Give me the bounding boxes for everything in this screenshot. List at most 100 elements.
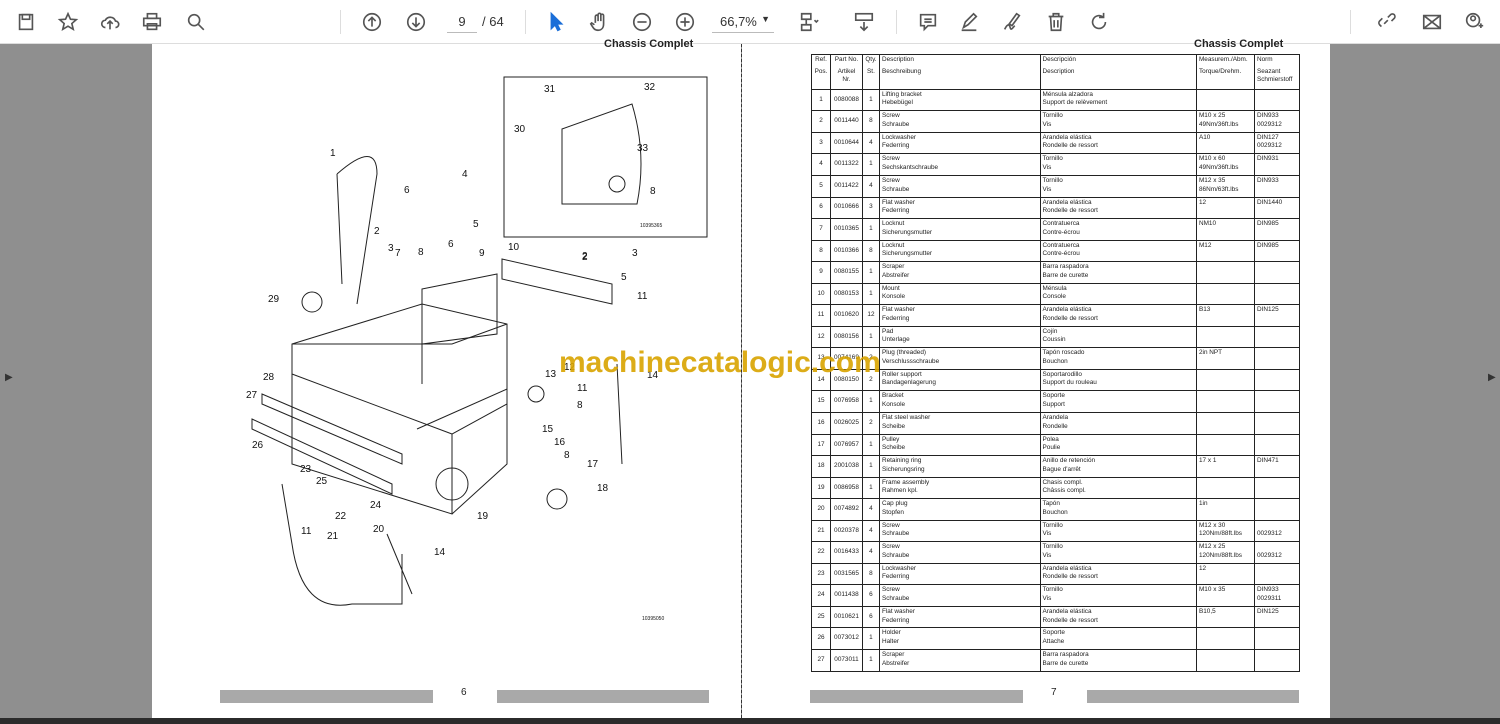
cell-text: Tapón roscado bbox=[1042, 349, 1085, 357]
table-row: 9 0080155 1 Scraper Abstreifer Barra raspador… bbox=[811, 261, 1301, 284]
cell-text: Vis bbox=[1042, 120, 1052, 128]
zoom-in-icon[interactable] bbox=[671, 8, 699, 36]
table-cell: Tornillo Vis bbox=[1039, 519, 1197, 543]
table-cell: 0080088 bbox=[829, 88, 863, 112]
zoom-select[interactable]: 66,7% ▼ bbox=[712, 11, 774, 33]
table-cell: Tapón roscado Bouchon bbox=[1039, 347, 1197, 370]
cell-text: Bracket bbox=[881, 392, 904, 400]
page-number-input[interactable] bbox=[447, 11, 477, 33]
table-cell: 4 bbox=[861, 519, 880, 543]
cell-text: Verschlussschraube bbox=[881, 357, 940, 365]
hand-pan-icon[interactable] bbox=[585, 8, 613, 36]
callout-label: 19 bbox=[477, 511, 489, 522]
cell-text: 0073012 bbox=[834, 634, 859, 642]
cell-text: Arandela bbox=[1042, 413, 1069, 421]
table-cell: M10 x 35 bbox=[1195, 584, 1255, 607]
table-cell: Barra raspadora Barre de curette bbox=[1039, 261, 1197, 284]
print-icon[interactable] bbox=[138, 8, 166, 36]
upload-cloud-icon[interactable] bbox=[96, 8, 124, 36]
callout-label: 1 bbox=[330, 148, 336, 159]
cell-text: 0010365 bbox=[834, 225, 859, 233]
table-cell: 1 bbox=[861, 261, 880, 284]
delete-icon[interactable] bbox=[1042, 8, 1070, 36]
scroll-mode-icon[interactable] bbox=[850, 8, 878, 36]
sign-icon[interactable] bbox=[998, 8, 1026, 36]
table-cell: 26 bbox=[811, 627, 831, 650]
table-cell: Arandela elástica Rondelle de ressort bbox=[1039, 605, 1197, 629]
email-icon[interactable] bbox=[1418, 8, 1446, 36]
cell-text: Poulie bbox=[1042, 444, 1061, 452]
account-icon[interactable] bbox=[1460, 8, 1488, 36]
callout-label: 8 bbox=[564, 450, 570, 461]
cell-text: 0010644 bbox=[834, 138, 859, 146]
page-up-icon[interactable] bbox=[358, 8, 386, 36]
zoom-out-icon[interactable] bbox=[628, 8, 656, 36]
table-cell: 0029312 bbox=[1253, 519, 1301, 543]
prev-page-arrow[interactable]: ▶ bbox=[5, 372, 13, 383]
cell-text: Flat steel washer bbox=[881, 413, 931, 421]
cell-text: DIN985 bbox=[1256, 241, 1279, 249]
table-cell: 6 bbox=[861, 584, 880, 607]
cell-text: 1 bbox=[869, 289, 873, 297]
table-cell bbox=[1253, 649, 1301, 672]
right-page: Chassis Complet Ref. Pos. Part No. Artikel … bbox=[742, 38, 1330, 718]
footer-bar bbox=[220, 690, 433, 703]
table-cell: Soporte Attache bbox=[1039, 627, 1197, 650]
table-cell: Plug (threaded) Verschlussschraube bbox=[878, 347, 1041, 370]
table-cell: Contratuerca Contre-écrou bbox=[1039, 239, 1197, 263]
cell-text: Schraube bbox=[881, 594, 910, 602]
table-row: 11 0010620 12 Flat washer Federring Arandela … bbox=[811, 304, 1301, 327]
table-cell bbox=[1195, 282, 1255, 306]
column-header: Description Beschreibung bbox=[878, 54, 1041, 90]
cell-text: Pulley bbox=[881, 435, 900, 443]
link-icon[interactable] bbox=[1372, 8, 1400, 36]
table-cell: 4 bbox=[811, 153, 831, 176]
table-row: 22 0016433 4 Screw Schraube Tornillo Vis M12 x … bbox=[811, 541, 1301, 564]
table-cell: 0080153 bbox=[829, 282, 863, 306]
find-icon[interactable] bbox=[182, 8, 210, 36]
next-page-arrow[interactable]: ▶ bbox=[1488, 372, 1496, 383]
comment-icon[interactable] bbox=[914, 8, 942, 36]
cell-text: Federring bbox=[881, 207, 910, 215]
table-cell: 2001038 bbox=[829, 455, 863, 478]
cell-text: Contratuerca bbox=[1042, 241, 1080, 249]
table-cell: Chasis compl. Châssis compl. bbox=[1039, 476, 1197, 500]
save-icon[interactable] bbox=[12, 8, 40, 36]
cell-text: Rahmen kpl. bbox=[881, 487, 918, 495]
table-cell bbox=[1195, 627, 1255, 650]
table-cell: DIN127 0029312 bbox=[1253, 131, 1301, 155]
table-row: 19 0086958 1 Frame assembly Rahmen kpl. Chasi… bbox=[811, 476, 1301, 500]
cell-text: Bague d'arrêt bbox=[1042, 465, 1081, 473]
cell-text: Konsole bbox=[881, 293, 906, 301]
footer-bar bbox=[497, 690, 709, 703]
page-down-icon[interactable] bbox=[402, 8, 430, 36]
cell-text: 15 bbox=[817, 397, 825, 405]
table-cell: 0026025 bbox=[829, 411, 863, 435]
callout-label: 32 bbox=[644, 82, 656, 93]
table-cell: 18 bbox=[811, 455, 831, 478]
cell-text: Schraube bbox=[881, 120, 910, 128]
cell-text: 2 bbox=[869, 418, 873, 426]
rotate-icon[interactable] bbox=[1085, 8, 1113, 36]
cell-text: 0031565 bbox=[834, 569, 859, 577]
table-cell: 0010365 bbox=[829, 218, 863, 241]
cell-text: Locknut bbox=[881, 241, 905, 249]
select-cursor-icon[interactable] bbox=[542, 8, 570, 36]
table-cell: DIN471 bbox=[1253, 455, 1301, 478]
highlight-icon[interactable] bbox=[955, 8, 983, 36]
table-cell bbox=[1195, 390, 1255, 413]
cell-text: 3 bbox=[819, 138, 823, 146]
fit-page-icon[interactable] bbox=[795, 8, 823, 36]
cell-text: Vis bbox=[1042, 185, 1052, 193]
cell-text: 1 bbox=[869, 397, 873, 405]
cell-text: Frame assembly bbox=[881, 478, 930, 486]
bookmark-star-icon[interactable] bbox=[54, 8, 82, 36]
cell-text: Lifting bracket bbox=[881, 90, 922, 98]
table-cell: Roller support Bandagenlagerung bbox=[878, 368, 1041, 392]
cell-text: DIN931 bbox=[1256, 155, 1279, 163]
table-cell: Tornillo Vis bbox=[1039, 584, 1197, 607]
cell-text: B13 bbox=[1198, 306, 1211, 314]
cell-text: Châssis compl. bbox=[1042, 487, 1086, 495]
zoom-value: 66,7% bbox=[720, 14, 757, 29]
cell-text: Arandela elástica bbox=[1042, 133, 1092, 141]
